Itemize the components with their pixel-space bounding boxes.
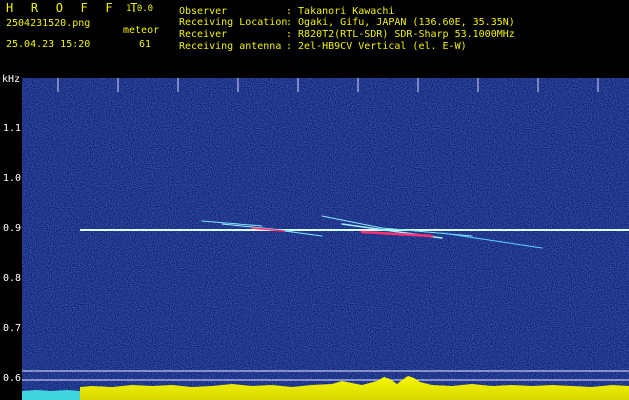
app-title: H R O F F T (6, 1, 143, 15)
info-location-value: : Ogaki, Gifu, JAPAN (136.60E, 35.35N) (286, 17, 515, 28)
filename-label: 2504231520.png (6, 18, 91, 29)
y-axis-unit: kHz (2, 74, 21, 85)
signal-profile-low (22, 390, 80, 400)
info-observer-label: Observer (179, 6, 228, 17)
y-tick-0.7: 0.7 (3, 323, 22, 334)
info-antenna-value: : 2el-HB9CV Vertical (el. E-W) (286, 41, 467, 52)
info-receiver-label: Receiver (179, 29, 228, 40)
info-observer-value: : Takanori Kawachi (286, 6, 395, 17)
datetime-label: 25.04.23 15:20 (6, 39, 91, 50)
meteor-count-value: 61 (139, 39, 152, 50)
y-tick-1.0: 1.0 (3, 173, 22, 184)
info-location-label: Receiving Location (179, 17, 288, 28)
y-tick-1.1: 1.1 (3, 123, 22, 134)
info-receiver-value: : R820T2(RTL-SDR) SDR-Sharp 53.1000MHz (286, 29, 515, 40)
info-antenna-label: Receiving antenna (179, 41, 282, 52)
spectrogram (22, 78, 629, 400)
y-tick-0.6: 0.6 (3, 373, 22, 384)
meteor-count-label: meteor (123, 25, 160, 36)
noise-speckles (22, 78, 629, 400)
y-tick-0.8: 0.8 (3, 273, 22, 284)
app-version: 1.0.0 (126, 4, 154, 14)
y-tick-0.9: 0.9 (3, 223, 22, 234)
